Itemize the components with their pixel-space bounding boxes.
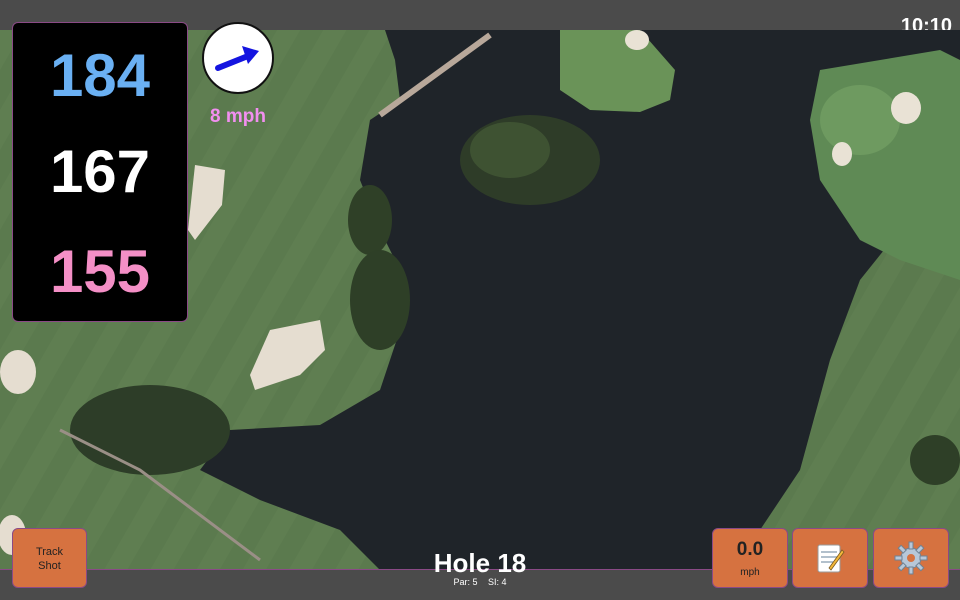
- speed-button[interactable]: 0.0 mph: [712, 528, 788, 588]
- settings-button[interactable]: [873, 528, 949, 588]
- hole-par: Par: 5: [453, 577, 478, 587]
- distance-middle: 167: [49, 138, 151, 205]
- hole-info: Par: 5 SI: 4: [380, 577, 580, 587]
- hole-title: Hole 18: [433, 548, 527, 578]
- wind-speed: 8 mph: [210, 106, 266, 127]
- speed-value: 0.0: [736, 539, 764, 560]
- wind-indicator: [202, 22, 274, 94]
- distance-front: 155: [49, 238, 151, 305]
- speed-unit: mph: [740, 567, 760, 578]
- track-shot-button[interactable]: Track Shot: [12, 528, 87, 588]
- notepad-icon: [817, 544, 845, 573]
- track-shot-label: Track Shot: [13, 545, 86, 573]
- distance-back: 184: [49, 42, 151, 109]
- wind-arrow-icon: [215, 46, 259, 71]
- distance-panel: 184 167 155: [12, 22, 188, 322]
- notes-button[interactable]: [792, 528, 868, 588]
- track-shot-line1: Track: [35, 546, 64, 558]
- hole-stroke-index: SI: 4: [488, 577, 507, 587]
- track-shot-line2: Shot: [38, 560, 61, 572]
- gear-icon: [894, 541, 928, 575]
